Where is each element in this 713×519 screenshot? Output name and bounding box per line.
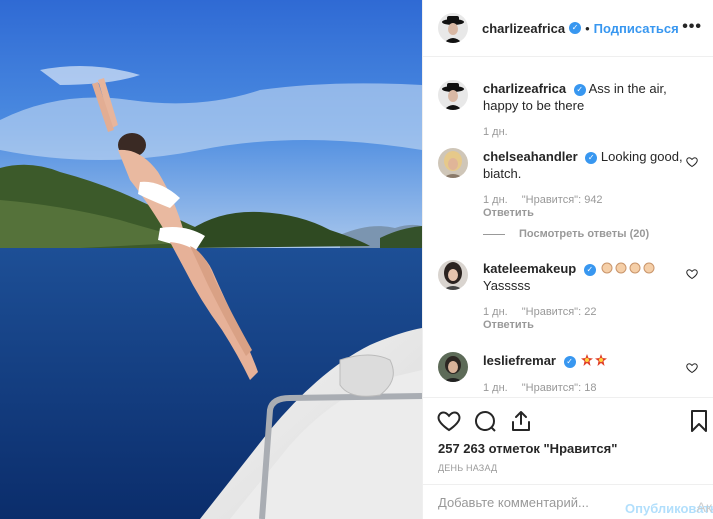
- post-photo[interactable]: [0, 0, 422, 519]
- post-side-panel: charlizeafrica ✓ • Подписаться ••• charl…: [422, 0, 713, 519]
- comment-likes[interactable]: "Нравится": 22: [522, 306, 597, 318]
- caption-age[interactable]: 1 дн.: [483, 126, 508, 138]
- action-bar: [423, 397, 713, 441]
- watermark-text: Ак: [696, 499, 712, 515]
- clapping-hands-emoji: [599, 261, 655, 276]
- photo-image: [0, 0, 422, 519]
- more-options-icon[interactable]: •••: [682, 18, 702, 36]
- comment-age[interactable]: 1 дн.: [483, 306, 508, 318]
- view-replies-button[interactable]: Посмотреть ответы (20): [483, 228, 649, 240]
- view-replies-label: Посмотреть ответы (20): [519, 228, 650, 240]
- comment-like-heart-icon[interactable]: [686, 362, 698, 374]
- comment-age[interactable]: 1 дн.: [483, 194, 508, 206]
- comment-icon[interactable]: [473, 409, 497, 433]
- comment-text: Yasssss: [483, 278, 531, 293]
- caption-username[interactable]: charlizeafrica: [483, 81, 566, 96]
- author-avatar[interactable]: [438, 13, 468, 43]
- bookmark-icon[interactable]: [687, 409, 711, 433]
- commenter-avatar[interactable]: [438, 260, 468, 290]
- verified-badge-icon: ✓: [573, 83, 586, 96]
- comment-like-heart-icon[interactable]: [686, 268, 698, 280]
- heart-icon[interactable]: [437, 409, 461, 433]
- collision-emoji: [579, 353, 608, 368]
- verified-badge-icon: ✓: [583, 263, 596, 276]
- verified-badge-icon: ✓: [563, 355, 576, 368]
- comment-age[interactable]: 1 дн.: [483, 382, 508, 394]
- likes-count[interactable]: 257 263 отметок "Нравится": [438, 441, 617, 456]
- comment-likes[interactable]: "Нравится": 942: [522, 194, 603, 206]
- reply-button[interactable]: Ответить: [483, 207, 534, 219]
- commenter-username[interactable]: kateleemakeup: [483, 261, 576, 276]
- comment-like-heart-icon[interactable]: [686, 156, 698, 168]
- replies-divider: [483, 233, 505, 235]
- comment-input[interactable]: [438, 493, 618, 511]
- post-header: charlizeafrica ✓ • Подписаться •••: [423, 0, 713, 57]
- author-username[interactable]: charlizeafrica: [482, 21, 565, 36]
- commenter-avatar[interactable]: [438, 148, 468, 178]
- separator-dot: •: [585, 20, 590, 36]
- comments-list[interactable]: charlizeafrica ✓ Ass in the air, happy t…: [423, 57, 713, 397]
- follow-button[interactable]: Подписаться: [594, 21, 679, 36]
- commenter-username[interactable]: lesliefremar: [483, 353, 556, 368]
- verified-badge-icon: ✓: [585, 151, 598, 164]
- post-time[interactable]: ДЕНЬ НАЗАД: [438, 463, 497, 473]
- share-icon[interactable]: [509, 409, 533, 433]
- comment-composer: Опубликовать Ак: [423, 484, 713, 519]
- commenter-avatar[interactable]: [438, 352, 468, 382]
- reply-button[interactable]: Ответить: [483, 319, 534, 331]
- commenter-username[interactable]: chelseahandler: [483, 149, 578, 164]
- comment-likes[interactable]: "Нравится": 18: [522, 382, 597, 394]
- caption-avatar[interactable]: [438, 80, 468, 110]
- verified-badge-icon: ✓: [569, 22, 582, 34]
